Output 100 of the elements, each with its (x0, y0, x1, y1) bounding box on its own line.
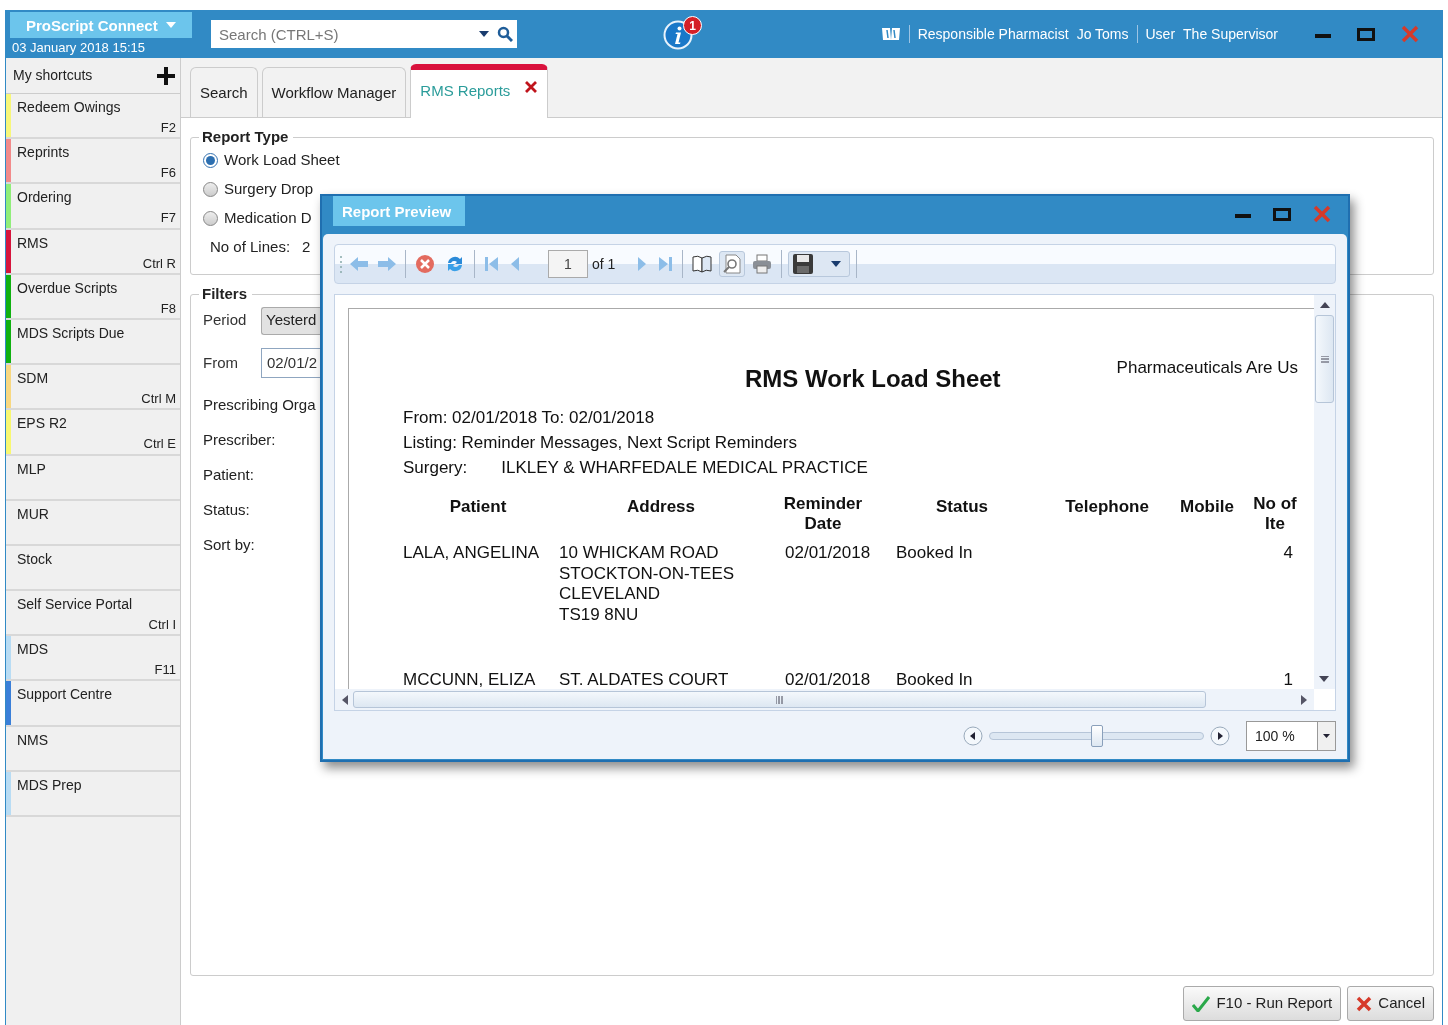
radio-button[interactable] (203, 153, 218, 168)
maximize-icon[interactable] (1357, 27, 1375, 41)
page-count: of 1 (592, 254, 616, 274)
field-label: Patient: (203, 465, 254, 486)
left-arrow-icon[interactable] (341, 693, 349, 706)
shortcut-key: F7 (160, 208, 176, 228)
field-label: Period (203, 310, 248, 331)
shortcut-key: F2 (160, 118, 176, 138)
table-cell: LALA, ANGELINA (403, 543, 540, 562)
slider-thumb[interactable] (1090, 725, 1103, 747)
column-header: No of Ite (1252, 493, 1298, 535)
shortcut-item[interactable]: Ordering F7 (6, 184, 180, 230)
shortcut-item[interactable]: RMS Ctrl R (6, 229, 180, 275)
column-header: Address (627, 497, 695, 516)
table-cell: Booked In (896, 670, 973, 689)
shortcut-label: RMS (17, 233, 49, 253)
shortcut-key: Ctrl R (142, 253, 176, 274)
shortcut-label: SDM (17, 369, 49, 389)
field-value: 2 (302, 237, 311, 258)
column-header: Status (936, 497, 988, 516)
shortcut-item[interactable]: MDS Prep (6, 771, 180, 817)
window-title: Report Preview (333, 196, 466, 226)
cancel-button[interactable]: Cancel (1347, 986, 1434, 1021)
shortcuts-title: My shortcuts (13, 66, 93, 85)
user-label: User (1145, 24, 1176, 44)
shortcut-item[interactable]: EPS R2 Ctrl E (6, 410, 180, 456)
shortcut-label: MDS (17, 640, 49, 660)
plus-icon[interactable] (157, 66, 175, 85)
field-label: From (203, 352, 239, 373)
search-icon[interactable] (497, 26, 513, 42)
shortcut-key: Ctrl I (148, 615, 176, 635)
radio-label[interactable]: Work Load Sheet (224, 149, 340, 172)
radio-button[interactable] (203, 182, 218, 197)
user-name: The Supervisor (1183, 24, 1278, 44)
report-text: From: 02/01/2018 To: 02/01/2018 (403, 407, 656, 429)
tab[interactable]: Search (190, 67, 258, 117)
vertical-scrollbar[interactable] (1314, 295, 1335, 689)
refresh-icon[interactable] (445, 254, 465, 274)
run-report-button[interactable]: F10 - Run Report (1183, 986, 1342, 1021)
table-cell: 4 (1283, 543, 1293, 562)
zoom-out-icon[interactable] (963, 726, 983, 746)
shortcut-key: F6 (160, 163, 176, 183)
radio-label[interactable]: Surgery Drop (224, 178, 314, 201)
group-title: Report Type (201, 128, 290, 146)
table-cell: 02/01/2018 (785, 543, 871, 562)
address-cell: ST. ALDATES COURT (559, 670, 729, 689)
shortcut-key: Ctrl E (143, 434, 176, 454)
caret-icon[interactable] (479, 31, 489, 37)
shortcut-label: Self Service Portal (17, 595, 133, 615)
shortcut-item[interactable]: MDS Scripts Due (6, 319, 180, 366)
report-text: ILKLEY & WHARFEDALE MEDICAL PRACTICE (501, 457, 868, 479)
radio-button[interactable] (203, 211, 218, 226)
caret-icon[interactable] (831, 261, 842, 267)
report-text: Surgery: (403, 457, 468, 479)
field-label: Prescriber: (203, 430, 276, 451)
cross-icon (1356, 995, 1373, 1012)
shortcut-item[interactable]: Reprints F6 (6, 139, 180, 185)
table-cell: Booked In (896, 543, 973, 562)
shortcut-item[interactable]: SDM Ctrl M (6, 365, 180, 411)
field-label: No of Lines: (210, 237, 291, 258)
book-icon[interactable] (692, 254, 713, 274)
pharmacist-name: Jo Toms (1076, 24, 1129, 44)
grip-icon (776, 695, 783, 704)
right-arrow-icon[interactable] (1300, 693, 1308, 706)
shortcut-item[interactable]: MDS F11 (6, 636, 180, 682)
maximize-icon[interactable] (1273, 207, 1291, 221)
company-name: Pharmaceuticals Are Us (1116, 357, 1298, 379)
zoom-in-icon[interactable] (1210, 726, 1230, 746)
period-button[interactable]: Yesterd (261, 306, 320, 335)
column-header: Mobile (1180, 497, 1234, 516)
caret-icon[interactable] (1323, 734, 1330, 738)
shortcut-label: EPS R2 (17, 414, 67, 434)
shortcut-label: Overdue Scripts (17, 278, 118, 298)
column-header: Patient (449, 497, 507, 516)
field-label: Prescribing Orga (203, 395, 316, 416)
page-number-field[interactable]: 1 (548, 250, 588, 278)
zoom-dropdown[interactable]: 100 % (1246, 721, 1336, 751)
shortcut-label: Ordering (17, 188, 72, 208)
horizontal-scrollbar[interactable] (335, 689, 1314, 710)
shortcut-item[interactable]: Redeem Owings F2 (6, 94, 180, 140)
pharmacist-label: Responsible Pharmacist (917, 24, 1069, 44)
close-icon[interactable] (524, 80, 539, 94)
column-header: Telephone (1065, 497, 1149, 516)
shortcut-key: Ctrl M (141, 389, 176, 409)
shortcut-label: Redeem Owings (17, 98, 121, 117)
radio-label[interactable]: Medication D (224, 207, 312, 230)
shortcut-item[interactable]: Support Centre (6, 681, 180, 727)
notification-badge: 1 (683, 16, 702, 35)
date-field[interactable]: 02/01/2 (261, 348, 320, 378)
search-box[interactable]: Search (CTRL+S) (211, 20, 517, 48)
page-magnifier-icon[interactable] (722, 254, 743, 274)
column-header: Reminder Date (782, 493, 864, 535)
field-label: Status: (203, 500, 250, 521)
shortcut-item[interactable]: Overdue Scripts F8 (6, 274, 180, 320)
shortcut-key: F11 (154, 660, 176, 680)
stop-icon[interactable] (415, 254, 435, 274)
tab[interactable]: Workflow Manager (261, 67, 407, 117)
grip-icon (1320, 355, 1329, 363)
printer-icon[interactable] (752, 254, 773, 274)
zoom-slider[interactable] (989, 725, 1204, 747)
